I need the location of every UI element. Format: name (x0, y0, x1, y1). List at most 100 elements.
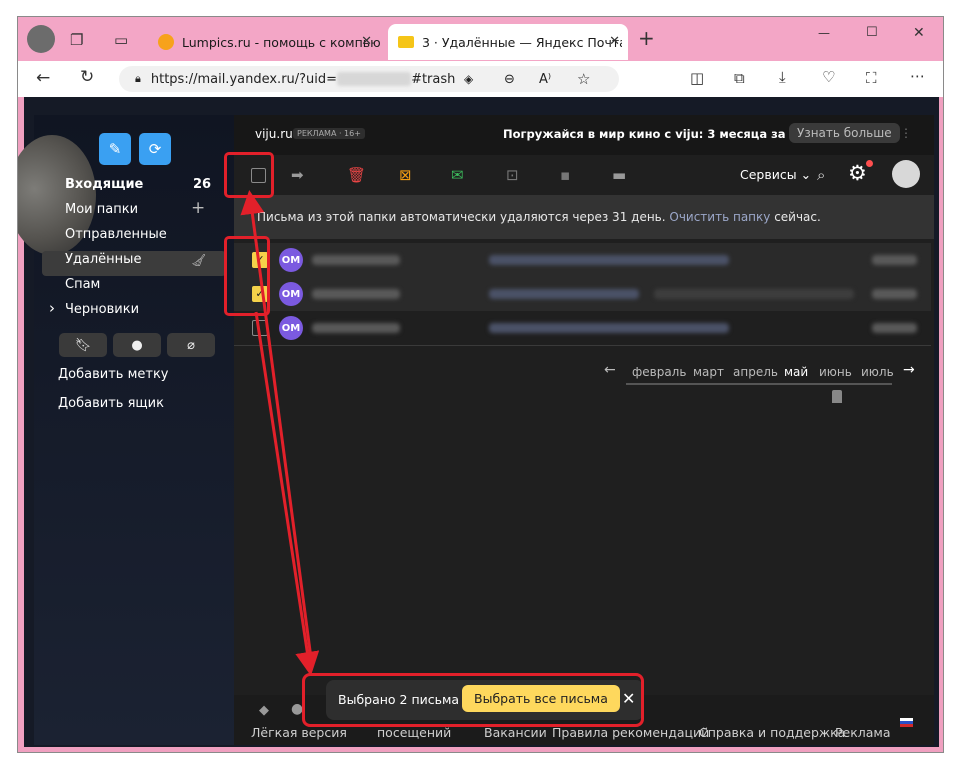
timeline-month[interactable]: май (784, 365, 808, 379)
folder-trash[interactable]: Удалённые (65, 252, 141, 267)
move-folder-icon[interactable]: ▬ (612, 166, 626, 184)
annotation-select-all-highlight (224, 152, 274, 198)
annotation-snackbar-highlight (302, 673, 644, 727)
timeline-month[interactable]: июнь (819, 365, 852, 379)
tab-lumpics[interactable]: Lumpics.ru - помощь с компьют ✕ (148, 24, 380, 60)
reload-icon[interactable]: ↻ (80, 67, 94, 87)
footer-link-recommendations[interactable]: Правила рекомендаций (552, 725, 709, 740)
footer-link-visits[interactable]: посещений (377, 725, 451, 740)
tab-yandex-mail[interactable]: 3 · Удалённые — Яндекс Почта ✕ (388, 24, 628, 60)
profile-icon[interactable] (27, 25, 55, 53)
main-area: viju.ru РЕКЛАМА · 16+ Погружайся в мир к… (234, 115, 934, 745)
add-label-link[interactable]: Добавить метку (58, 367, 169, 382)
tab-title: 3 · Удалённые — Яндекс Почта (422, 34, 622, 50)
page-background: ✎ ⟳ Входящие 26 Мои папки + Отправленные… (18, 97, 939, 747)
tab-bar: ❐ ▭ Lumpics.ru - помощь с компьют ✕ 3 · … (18, 17, 943, 61)
workspaces-icon[interactable]: ❐ (70, 31, 83, 49)
filter-flagged-button[interactable]: 🔖︎ (59, 333, 107, 357)
folder-label: Спам (65, 277, 101, 292)
back-icon[interactable]: ← (36, 68, 50, 88)
more-menu-icon[interactable]: ⋯ (910, 67, 925, 85)
folder-label: Черновики (65, 302, 140, 317)
timeline-track (626, 383, 892, 385)
read-aloud-icon[interactable]: A⁾ (539, 72, 551, 87)
split-screen-icon[interactable]: ◫ (690, 69, 704, 87)
tab-title: Lumpics.ru - помощь с компьют (182, 34, 380, 50)
timeline-prev-arrow[interactable]: ← (604, 362, 616, 378)
folder-spam[interactable]: Спам (65, 277, 100, 292)
clear-folder-link[interactable]: Очистить папку (669, 210, 770, 224)
inbox-count: 26 (193, 177, 212, 192)
timeline-month[interactable]: апрель (733, 365, 778, 379)
footer-link-light-version[interactable]: Лёгкая версия (251, 725, 347, 740)
timeline-month[interactable]: июль (861, 365, 894, 379)
subject-redacted (489, 289, 639, 299)
message-row[interactable]: ✓ ОМ (234, 277, 931, 312)
footer-link-ads[interactable]: Реклама (835, 725, 891, 740)
folder-my-folders[interactable]: Мои папки (65, 202, 138, 217)
add-mailbox-link[interactable]: Добавить ящик (58, 396, 164, 411)
footer-link-jobs[interactable]: Вакансии (484, 725, 547, 740)
message-row[interactable]: ОМ (234, 311, 931, 346)
sender-redacted (312, 255, 400, 265)
add-folder-icon[interactable]: + (191, 198, 205, 218)
minimize-button[interactable]: — (818, 26, 830, 40)
new-tab-button[interactable]: + (638, 26, 655, 50)
ad-text: Погружайся в мир кино с viju: 3 месяца з… (503, 127, 831, 141)
snippet-redacted (654, 289, 854, 299)
compose-button[interactable]: ✎ (99, 133, 131, 165)
avatar: ОМ (279, 248, 303, 272)
message-row[interactable]: ✓ ОМ (234, 243, 931, 278)
avatar: ОМ (279, 282, 303, 306)
browser-essentials-icon[interactable]: ♡ (822, 68, 835, 86)
folder-inbox[interactable]: Входящие (65, 177, 143, 192)
notice-text-after: сейчас. (770, 210, 821, 224)
date-redacted (872, 323, 917, 333)
subject-redacted (489, 323, 729, 333)
clean-folder-icon[interactable]: 🧹︎ (191, 253, 206, 267)
mail-toolbar: ➡ 🗑︎ ⊠ ✉ ⊡ ▪ ▬ Сервисы ⌄ ⌕ ⚙ (234, 155, 934, 195)
filter-attachments-button[interactable]: ⌀ (167, 333, 215, 357)
language-flag-icon[interactable] (900, 718, 913, 727)
timeline-month[interactable]: февраль (632, 365, 686, 379)
folder-label: Удалённые (65, 252, 142, 267)
close-tab-icon[interactable]: ✕ (609, 34, 620, 49)
mark-read-icon[interactable]: ✉ (451, 166, 464, 184)
services-menu[interactable]: Сервисы ⌄ (740, 167, 811, 182)
close-window-button[interactable]: ✕ (913, 25, 925, 41)
spam-icon[interactable]: ⊠ (399, 166, 412, 184)
folder-sent[interactable]: Отправленные (65, 227, 167, 242)
folder-label: Входящие (65, 177, 144, 192)
sender-redacted (312, 323, 400, 333)
translate-icon[interactable]: ◈ (464, 72, 473, 86)
android-icon[interactable]: ◆ (259, 703, 269, 718)
ad-banner[interactable]: viju.ru РЕКЛАМА · 16+ Погружайся в мир к… (234, 115, 934, 155)
search-icon[interactable]: ⌕ (817, 166, 825, 184)
refresh-button[interactable]: ⟳ (139, 133, 171, 165)
delete-icon[interactable]: 🗑︎ (347, 166, 366, 184)
user-avatar[interactable] (892, 160, 920, 188)
expand-chevron-icon[interactable]: › (49, 299, 55, 317)
archive-icon[interactable]: ⊡ (506, 166, 519, 184)
downloads-icon[interactable]: ⤓ (779, 68, 786, 86)
screenshot-icon[interactable]: ⛶ (866, 69, 877, 87)
pin-icon[interactable]: ▪ (560, 166, 570, 184)
folder-drafts[interactable]: Черновики (65, 302, 139, 317)
vertical-tabs-icon[interactable]: ▭ (114, 31, 128, 49)
timeline-month[interactable]: март (693, 365, 724, 379)
timeline-next-arrow[interactable]: → (903, 362, 915, 378)
address-bar[interactable]: 🔒︎ https://mail.yandex.ru/?uid= #trash A… (119, 66, 619, 92)
settings-gear-icon[interactable]: ⚙ (848, 161, 867, 185)
maximize-button[interactable]: ☐ (866, 25, 878, 40)
timeline-current-marker[interactable] (832, 390, 842, 403)
collections-icon[interactable]: ⧉ (734, 69, 745, 87)
footer-link-help[interactable]: Справка и поддержка (699, 725, 845, 740)
ad-more-icon[interactable]: ⋮ (900, 126, 912, 140)
zoom-icon[interactable]: ⊖ (504, 72, 515, 87)
close-tab-icon[interactable]: ✕ (361, 34, 372, 49)
favorite-star-icon[interactable]: ☆ (577, 70, 590, 88)
forward-icon[interactable]: ➡ (291, 166, 304, 184)
filter-unread-button[interactable]: ● (113, 333, 161, 357)
message-checkbox[interactable] (252, 320, 268, 336)
ad-cta-button[interactable]: Узнать больше (789, 123, 900, 143)
